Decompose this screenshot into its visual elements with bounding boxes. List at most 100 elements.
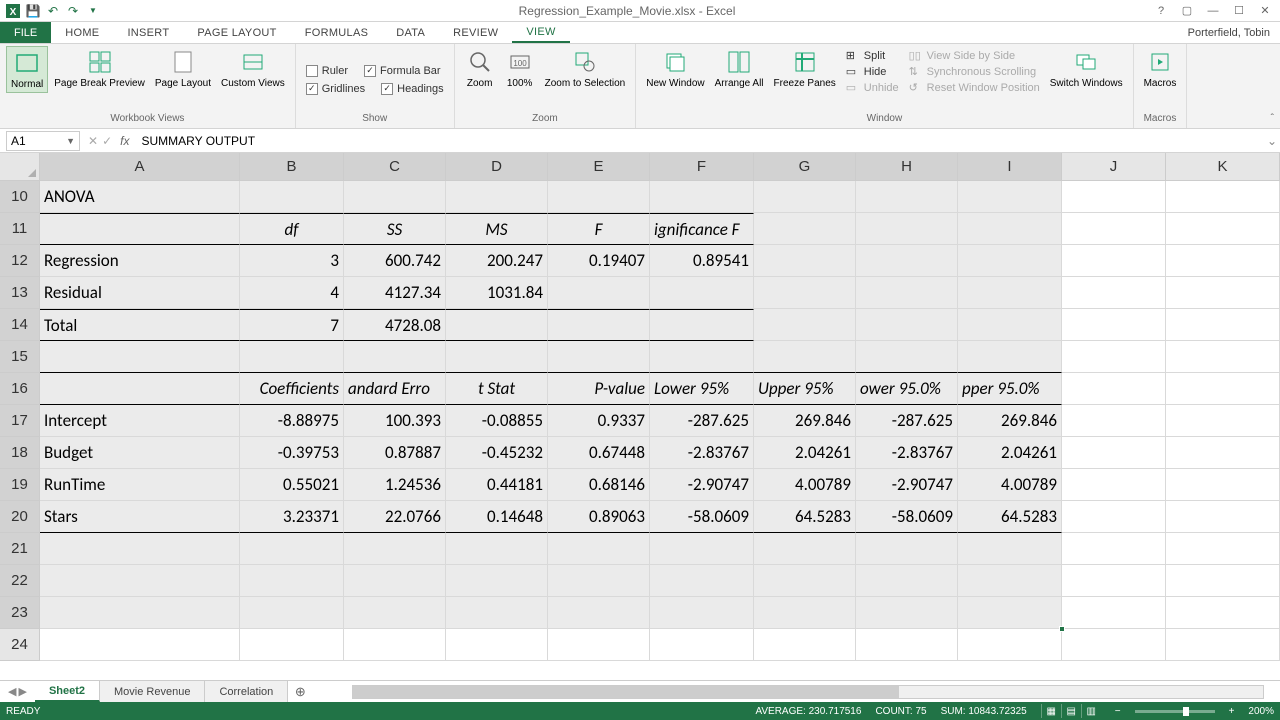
cell[interactable]: 0.55021: [240, 469, 344, 501]
cell[interactable]: -287.625: [856, 405, 958, 437]
col-header-b[interactable]: B: [240, 153, 344, 181]
page-break-button[interactable]: Page Break Preview: [50, 46, 149, 91]
cell[interactable]: [1166, 181, 1280, 213]
cell[interactable]: 0.87887: [344, 437, 446, 469]
name-box-dropdown-icon[interactable]: ▼: [66, 136, 75, 146]
cell[interactable]: [856, 277, 958, 309]
add-sheet-button[interactable]: ⊕: [288, 681, 312, 702]
cell[interactable]: [40, 597, 240, 629]
col-header-c[interactable]: C: [344, 153, 446, 181]
cell[interactable]: -0.39753: [240, 437, 344, 469]
row-header-17[interactable]: 17: [0, 405, 40, 437]
cell[interactable]: 0.89541: [650, 245, 754, 277]
cell[interactable]: df: [240, 213, 344, 245]
cell[interactable]: SS: [344, 213, 446, 245]
view-side-by-side-button[interactable]: ▯▯View Side by Side: [907, 48, 1042, 63]
cell[interactable]: P-value: [548, 373, 650, 405]
cell[interactable]: [650, 341, 754, 373]
cells-area[interactable]: ANOVA df SS MS F ignificance F: [40, 181, 1280, 680]
cell[interactable]: 2.04261: [754, 437, 856, 469]
cell[interactable]: -58.0609: [856, 501, 958, 533]
cell[interactable]: [856, 629, 958, 661]
cell[interactable]: [1062, 373, 1166, 405]
tab-home[interactable]: HOME: [51, 22, 113, 43]
cell[interactable]: 4: [240, 277, 344, 309]
col-header-f[interactable]: F: [650, 153, 754, 181]
cell[interactable]: [1166, 213, 1280, 245]
cell[interactable]: 200.247: [446, 245, 548, 277]
cell[interactable]: 7: [240, 309, 344, 341]
cell[interactable]: 64.5283: [958, 501, 1062, 533]
cell[interactable]: [40, 213, 240, 245]
row-header-23[interactable]: 23: [0, 597, 40, 629]
cell[interactable]: [1166, 533, 1280, 565]
cell[interactable]: [754, 181, 856, 213]
cell[interactable]: [958, 277, 1062, 309]
tab-data[interactable]: DATA: [382, 22, 439, 43]
cell[interactable]: [1062, 533, 1166, 565]
col-header-k[interactable]: K: [1166, 153, 1280, 181]
cell[interactable]: [856, 213, 958, 245]
cell[interactable]: [1062, 341, 1166, 373]
cell[interactable]: 22.0766: [344, 501, 446, 533]
cell[interactable]: MS: [446, 213, 548, 245]
cell[interactable]: [1062, 277, 1166, 309]
row-header-12[interactable]: 12: [0, 245, 40, 277]
cell[interactable]: [240, 597, 344, 629]
cell[interactable]: [548, 533, 650, 565]
cell[interactable]: [1166, 373, 1280, 405]
collapse-ribbon-icon[interactable]: ˆ: [1271, 113, 1274, 124]
cell[interactable]: [1166, 629, 1280, 661]
col-header-g[interactable]: G: [754, 153, 856, 181]
cell[interactable]: t Stat: [446, 373, 548, 405]
horizontal-scrollbar[interactable]: [352, 685, 1264, 699]
expand-formula-bar-icon[interactable]: ⌄: [1264, 134, 1280, 148]
cell[interactable]: [856, 597, 958, 629]
custom-views-button[interactable]: Custom Views: [217, 46, 289, 91]
select-all-button[interactable]: [0, 153, 40, 181]
cell[interactable]: 4.00789: [754, 469, 856, 501]
cell[interactable]: [240, 565, 344, 597]
row-header-18[interactable]: 18: [0, 437, 40, 469]
cell[interactable]: [958, 245, 1062, 277]
cell[interactable]: [1062, 309, 1166, 341]
cell[interactable]: pper 95.0%: [958, 373, 1062, 405]
cell[interactable]: [344, 341, 446, 373]
zoom-button[interactable]: Zoom: [461, 46, 499, 91]
row-header-11[interactable]: 11: [0, 213, 40, 245]
cell[interactable]: [856, 245, 958, 277]
col-header-d[interactable]: D: [446, 153, 548, 181]
cell[interactable]: andard Erro: [344, 373, 446, 405]
cell[interactable]: [958, 565, 1062, 597]
cell[interactable]: -2.90747: [650, 469, 754, 501]
sheet-tab-movie-revenue[interactable]: Movie Revenue: [100, 681, 205, 702]
cell[interactable]: [344, 533, 446, 565]
sheet-nav-next-icon[interactable]: ▶: [18, 685, 26, 698]
cell[interactable]: [754, 213, 856, 245]
fx-icon[interactable]: fx: [120, 134, 135, 148]
tab-review[interactable]: REVIEW: [439, 22, 512, 43]
cell[interactable]: Budget: [40, 437, 240, 469]
tab-insert[interactable]: INSERT: [113, 22, 183, 43]
maximize-icon[interactable]: ☐: [1230, 2, 1248, 20]
cell[interactable]: 0.14648: [446, 501, 548, 533]
cell[interactable]: [344, 181, 446, 213]
tab-file[interactable]: FILE: [0, 22, 51, 43]
user-name[interactable]: Porterfield, Tobin: [1188, 22, 1280, 43]
cell[interactable]: 0.44181: [446, 469, 548, 501]
enter-formula-icon[interactable]: ✓: [102, 134, 112, 148]
cell[interactable]: [548, 309, 650, 341]
cell[interactable]: [958, 309, 1062, 341]
cell[interactable]: [240, 341, 344, 373]
save-icon[interactable]: 💾: [24, 2, 42, 20]
cell[interactable]: ower 95.0%: [856, 373, 958, 405]
row-header-14[interactable]: 14: [0, 309, 40, 341]
cell[interactable]: [446, 181, 548, 213]
cell[interactable]: [344, 597, 446, 629]
headings-checkbox[interactable]: Headings: [379, 82, 445, 96]
undo-icon[interactable]: ↶: [44, 2, 62, 20]
cell[interactable]: [754, 597, 856, 629]
sheet-tab-correlation[interactable]: Correlation: [205, 681, 288, 702]
cell[interactable]: [650, 597, 754, 629]
selection-handle[interactable]: [1059, 626, 1065, 632]
